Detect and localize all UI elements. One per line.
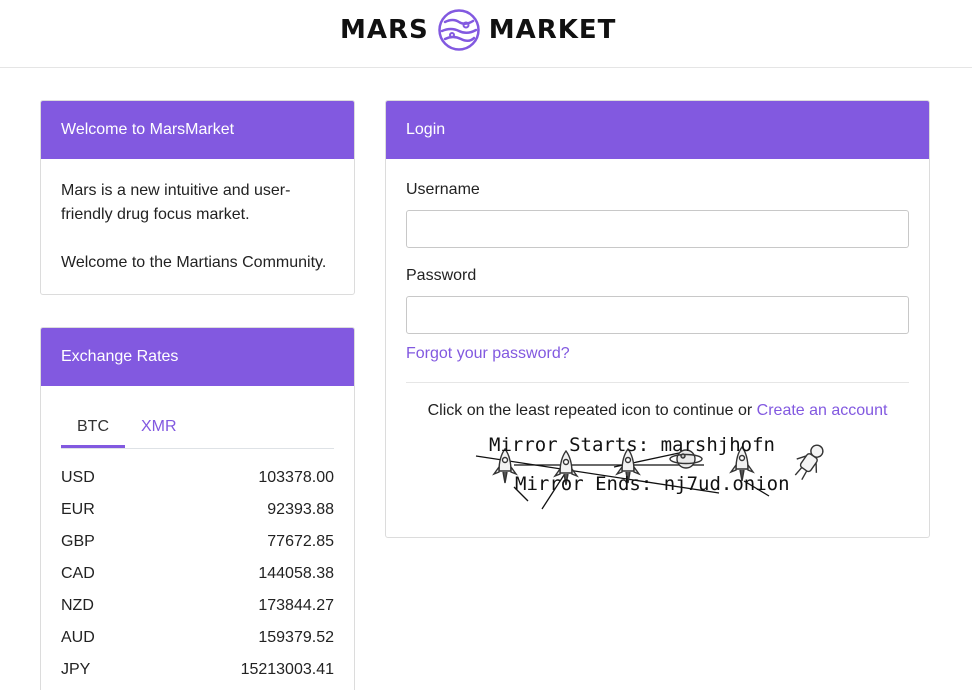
login-card: Login Username Password Forgot your pass… bbox=[385, 100, 930, 538]
welcome-community: Welcome to the Martians Community. bbox=[61, 254, 327, 271]
rate-currency: GBP bbox=[61, 533, 95, 550]
rate-row: NZD 173844.27 bbox=[61, 590, 334, 622]
top-header: MARS MARKET bbox=[0, 0, 972, 68]
rate-row: EUR 92393.88 bbox=[61, 494, 334, 526]
logo-text-mars: MARS bbox=[340, 15, 429, 45]
rate-row: JPY 15213003.41 bbox=[61, 654, 334, 686]
welcome-card-body: Mars is a new intuitive and user-friendl… bbox=[41, 159, 354, 294]
astronaut-icon bbox=[794, 444, 824, 481]
welcome-card-title: Welcome to MarsMarket bbox=[41, 101, 354, 159]
rate-currency: JPY bbox=[61, 661, 91, 678]
rate-list: USD 103378.00 EUR 92393.88 GBP 77672.85 … bbox=[61, 462, 334, 686]
mirror-start-text: Mirror Starts: marshjhofn bbox=[489, 434, 775, 456]
welcome-card: Welcome to MarsMarket Mars is a new intu… bbox=[40, 100, 355, 295]
login-card-title: Login bbox=[386, 101, 929, 159]
site-logo[interactable]: MARS MARKET bbox=[340, 8, 616, 52]
rate-value: 92393.88 bbox=[267, 501, 334, 518]
rate-value: 159379.52 bbox=[258, 629, 334, 646]
rate-currency: AUD bbox=[61, 629, 95, 646]
mirror-end-text: Mirror Ends: nj7ud.onion bbox=[515, 473, 790, 495]
rate-value: 144058.38 bbox=[258, 565, 334, 582]
rate-row: USD 103378.00 bbox=[61, 462, 334, 494]
create-account-link[interactable]: Create an account bbox=[757, 402, 888, 419]
exchange-rates-title: Exchange Rates bbox=[41, 328, 354, 386]
rate-value: 103378.00 bbox=[258, 469, 334, 486]
rate-currency: EUR bbox=[61, 501, 95, 518]
rate-value: 77672.85 bbox=[267, 533, 334, 550]
tab-xmr[interactable]: XMR bbox=[125, 408, 193, 448]
password-label: Password bbox=[406, 267, 477, 284]
rate-value: 173844.27 bbox=[258, 597, 334, 614]
logo-text-market: MARKET bbox=[488, 15, 617, 45]
rate-row: AUD 159379.52 bbox=[61, 622, 334, 654]
password-input[interactable] bbox=[406, 296, 909, 334]
tab-btc[interactable]: BTC bbox=[61, 408, 125, 448]
welcome-description: Mars is a new intuitive and user-friendl… bbox=[61, 182, 291, 223]
currency-tabs: BTC XMR bbox=[61, 408, 334, 449]
username-input[interactable] bbox=[406, 210, 909, 248]
rate-row: CAD 144058.38 bbox=[61, 558, 334, 590]
planet-logo-icon bbox=[438, 9, 480, 51]
divider bbox=[406, 382, 909, 383]
rate-value: 15213003.41 bbox=[240, 661, 334, 678]
forgot-password-link[interactable]: Forgot your password? bbox=[406, 345, 570, 363]
exchange-rates-card: Exchange Rates BTC XMR USD 103378.00 EUR… bbox=[40, 327, 355, 690]
captcha-image[interactable]: Mirror Starts: marshjhofn Mirror Ends: n… bbox=[474, 431, 844, 511]
captcha-instruction: Click on the least repeated icon to cont… bbox=[427, 402, 753, 419]
rate-currency: NZD bbox=[61, 597, 94, 614]
rate-row: GBP 77672.85 bbox=[61, 526, 334, 558]
rate-currency: USD bbox=[61, 469, 95, 486]
captcha-prompt: Click on the least repeated icon to cont… bbox=[406, 402, 909, 420]
username-label: Username bbox=[406, 181, 480, 198]
rate-currency: CAD bbox=[61, 565, 95, 582]
